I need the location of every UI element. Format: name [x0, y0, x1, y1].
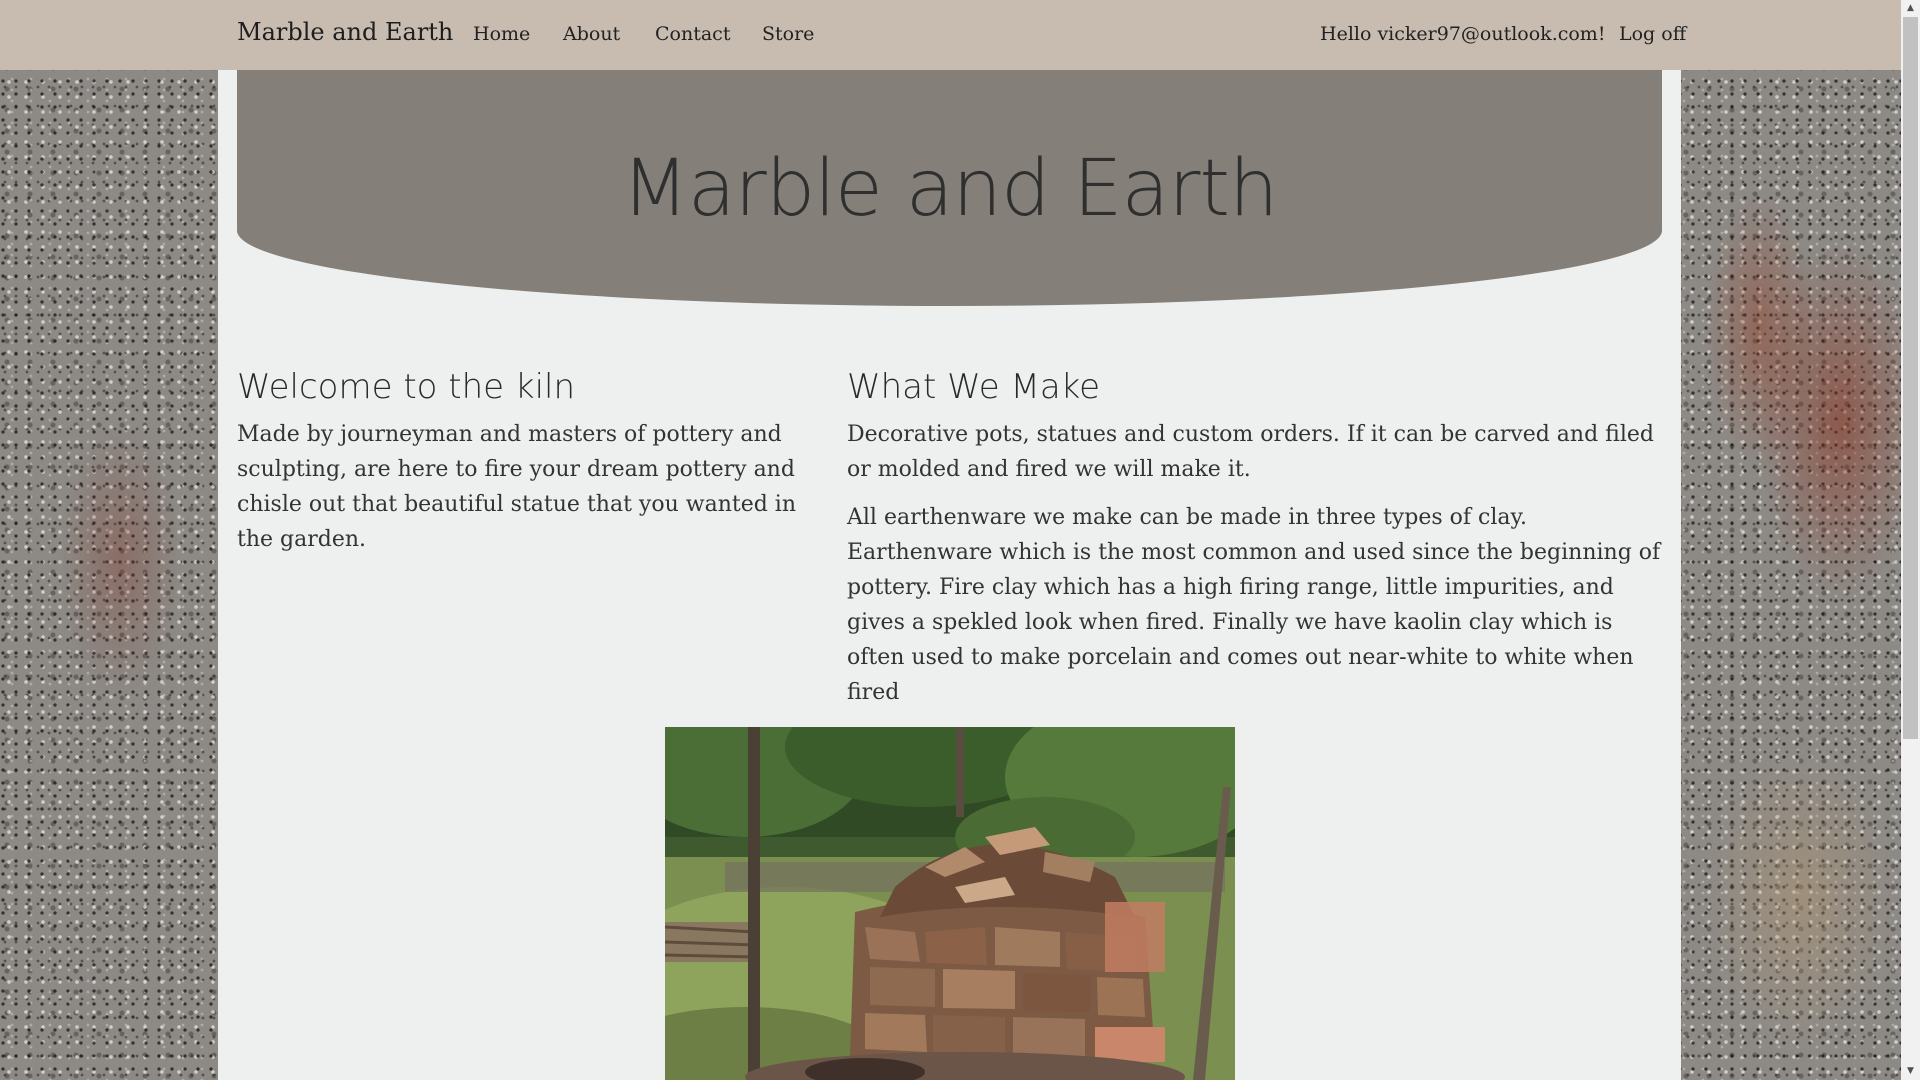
kiln-photo [665, 727, 1235, 1080]
brand-link[interactable]: Marble and Earth [237, 18, 453, 46]
user-greeting-link[interactable]: Hello vicker97@outlook.com! [1320, 23, 1605, 45]
welcome-text: Made by journeyman and masters of potter… [237, 421, 797, 552]
nav-home-link[interactable]: Home [473, 23, 530, 45]
vertical-scrollbar[interactable]: ▲ ▼ [1901, 0, 1920, 1080]
logoff-link[interactable]: Log off [1619, 23, 1686, 45]
nav-contact-link[interactable]: Contact [655, 23, 730, 45]
scroll-thumb[interactable] [1903, 17, 1918, 739]
welcome-heading: Welcome to the kiln [237, 367, 576, 407]
top-navbar: Marble and Earth Home About Contact Stor… [0, 0, 1901, 70]
nav-about-link[interactable]: About [563, 23, 620, 45]
scroll-down-arrow-icon[interactable]: ▼ [1901, 1063, 1920, 1080]
what-we-make-heading: What We Make [847, 367, 1101, 407]
what-we-make-section: What We Make Decorative pots, statues an… [847, 366, 1665, 723]
what-we-make-paragraph-2: All earthenware we make can be made in t… [847, 504, 1661, 705]
content-panel: Marble and Earth Welcome to the kiln Mad… [218, 70, 1681, 1080]
what-we-make-paragraph-1: Decorative pots, statues and custom orde… [847, 421, 1654, 482]
nav-store-link[interactable]: Store [762, 23, 814, 45]
welcome-section: Welcome to the kiln Made by journeyman a… [237, 366, 817, 570]
hero-title: Marble and Earth [621, 144, 1279, 234]
scroll-up-arrow-icon[interactable]: ▲ [1901, 0, 1920, 17]
hero-banner: Marble and Earth [237, 70, 1662, 306]
